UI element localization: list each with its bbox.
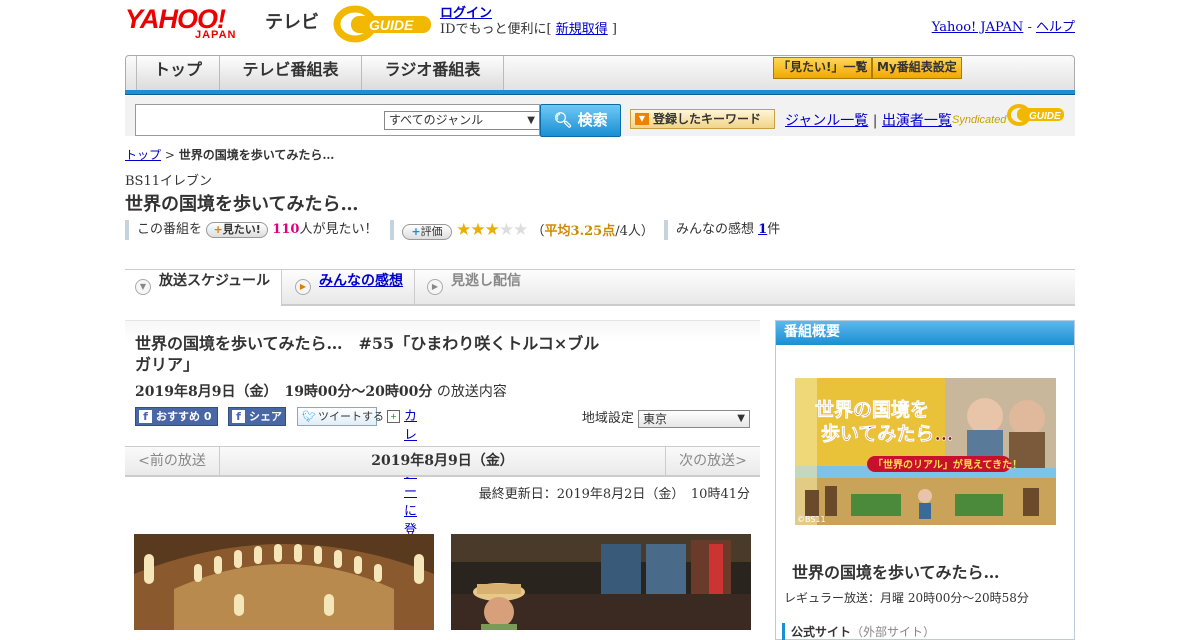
- chevron-down-icon: ▼: [635, 113, 649, 125]
- star-empty-icon: ★: [498, 220, 514, 240]
- rate-button[interactable]: +評価: [402, 223, 452, 240]
- syndicated-gguide-logo: Syndicated GUIDE: [952, 102, 1067, 128]
- yahoo-japan-logo[interactable]: YAHOO! JAPAN: [125, 4, 263, 44]
- yahoo-japan-link[interactable]: Yahoo! JAPAN: [932, 20, 1024, 35]
- next-broadcast-button[interactable]: 次の放送>: [665, 447, 760, 476]
- my-schedule-settings-button[interactable]: My番組表設定: [872, 57, 962, 79]
- episode-header: 世界の国境を歩いてみたら… #55「ひまわり咲くトルコ×ブルガリア」 2019年…: [125, 320, 760, 557]
- plus-icon: +: [213, 222, 223, 236]
- top-links: Yahoo! JAPAN - ヘルプ: [931, 20, 1075, 35]
- star-icon: ★: [456, 220, 471, 240]
- region-select[interactable]: 東京 ▼: [638, 409, 750, 428]
- breadcrumb: トップ > 世界の国境を歩いてみたら…: [125, 148, 335, 162]
- genre-select[interactable]: すべてのジャンル ▼: [384, 111, 540, 130]
- tab-impressions[interactable]: ▶ みんなの感想: [285, 270, 415, 304]
- breadcrumb-top-link[interactable]: トップ: [125, 148, 161, 162]
- mitai-count: 110: [272, 222, 300, 237]
- channel-name: BS11イレブン: [125, 174, 213, 189]
- mitai-stat: この番組を +見たい! 110人が見たい！: [125, 220, 377, 240]
- program-key-visual[interactable]: 世界の国境を 歩いてみたら… 「世界のリアル」が見えてきた！ ©BS11: [795, 378, 1056, 525]
- mitai-button[interactable]: +見たい!: [206, 221, 269, 238]
- facebook-recommend-button[interactable]: f おすすめ 0: [135, 407, 218, 426]
- facebook-icon: f: [139, 410, 152, 423]
- mosque-photo[interactable]: [134, 534, 434, 630]
- tv-logo-text[interactable]: テレビ: [265, 8, 319, 34]
- episode-panel: 世界の国境を歩いてみたら… #55「ひまわり咲くトルコ×ブルガリア」 2019年…: [125, 320, 760, 557]
- help-link[interactable]: ヘルプ: [1036, 20, 1075, 35]
- svg-text:GUIDE: GUIDE: [1029, 111, 1061, 122]
- last-updated: 最終更新日：2019年8月2日（金） 10時41分: [478, 487, 750, 502]
- login-box: ログイン IDでもっと便利に[ 新規取得 ]: [440, 6, 617, 38]
- facebook-icon: f: [232, 410, 245, 423]
- rating-stat: +評価 ★★★★★ （平均3.25点/4人）: [390, 220, 654, 240]
- official-site[interactable]: 公式サイト（外部サイト）: [782, 623, 935, 640]
- episode-title: 世界の国境を歩いてみたら… #55「ひまわり咲くトルコ×ブルガリア」: [135, 334, 600, 374]
- current-broadcast-date: 2019年8月9日（金）: [371, 453, 514, 469]
- mitai-list-button[interactable]: 「見たい!」一覧: [773, 57, 873, 79]
- svg-text:©BS11: ©BS11: [797, 515, 826, 524]
- summary-title: 世界の国境を歩いてみたら…: [792, 563, 1000, 582]
- search-icon: 🔍︎: [553, 111, 573, 129]
- site-header: YAHOO! JAPAN テレビ GUIDE ログイン IDでもっと便利に[ 新…: [125, 0, 1075, 55]
- star-empty-icon: ★: [513, 220, 528, 240]
- impressions-count-link[interactable]: 1: [758, 222, 767, 237]
- login-link[interactable]: ログイン: [440, 6, 492, 21]
- signup-link[interactable]: 新規取得: [556, 22, 608, 37]
- regular-broadcast: レギュラー放送：月曜 20時00分～20時58分: [784, 591, 1029, 605]
- svg-text:歩いてみたら…: 歩いてみたら…: [821, 422, 953, 445]
- svg-text:GUIDE: GUIDE: [369, 17, 414, 33]
- page-title: 世界の国境を歩いてみたら…: [125, 194, 359, 215]
- chevron-right-icon: ▶: [295, 279, 311, 295]
- casino-photo[interactable]: [451, 534, 751, 630]
- star-icon: ★: [484, 220, 500, 240]
- nav-tab-top[interactable]: トップ: [136, 56, 220, 90]
- program-tabs: ▼ 放送スケジュール ▶ みんなの感想 ▶ 見逃し配信: [125, 269, 1075, 306]
- episode-date: 2019年8月9日（金） 19時00分～20時00分 の放送内容: [135, 384, 507, 400]
- impressions-stat: みんなの感想 1件: [664, 220, 780, 240]
- chevron-right-icon: ▶: [427, 279, 443, 295]
- nav-tab-tv-schedule[interactable]: テレビ番組表: [220, 56, 362, 90]
- broadcast-date-nav: <前の放送 2019年8月9日（金） 次の放送>: [125, 446, 760, 477]
- tab-streaming[interactable]: ▶ 見逃し配信: [417, 270, 537, 304]
- tab-schedule[interactable]: ▼ 放送スケジュール: [125, 270, 282, 306]
- nav-accent-bar: [125, 90, 1075, 95]
- breadcrumb-current: 世界の国境を歩いてみたら…: [178, 148, 335, 162]
- star-icon: ★: [470, 220, 485, 240]
- dropdown-arrow-icon: ▼: [737, 412, 745, 424]
- calendar-icon: +: [387, 410, 400, 423]
- genre-list-link[interactable]: ジャンル一覧: [785, 113, 868, 129]
- summary-heading: 番組概要: [776, 321, 1074, 345]
- chevron-down-icon: ▼: [135, 279, 151, 295]
- login-sub-close: ]: [607, 22, 617, 37]
- login-sub-text: IDでもっと便利に[: [440, 22, 556, 37]
- dropdown-arrow-icon: ▼: [527, 115, 535, 126]
- main-nav: トップ テレビ番組表 ラジオ番組表 「見たい!」一覧 My番組表設定: [125, 55, 1075, 91]
- nav-tab-radio-schedule[interactable]: ラジオ番組表: [362, 56, 504, 90]
- svg-text:「世界のリアル」が見えてきた！: 「世界のリアル」が見えてきた！: [873, 458, 1022, 471]
- facebook-share-button[interactable]: f シェア: [228, 407, 286, 426]
- tweet-button[interactable]: 🐦︎ ツイートする: [297, 407, 384, 426]
- region-setting: 地域設定 東京 ▼: [582, 407, 750, 428]
- cast-list-link[interactable]: 出演者一覧: [882, 113, 952, 129]
- plus-icon: +: [411, 224, 421, 238]
- gguide-logo[interactable]: GUIDE: [333, 5, 433, 43]
- search-bar: すべてのジャンル ▼ 🔍︎ 検索 ▼ 登録したキーワード ジャンル一覧 | 出演…: [125, 96, 1075, 137]
- search-button[interactable]: 🔍︎ 検索: [540, 104, 621, 137]
- program-summary-panel: 番組概要 世界の国境を 歩いてみたら… 「世界のリアル」が見えてきた！ ©BS1…: [775, 320, 1075, 640]
- twitter-bird-icon: 🐦︎: [302, 410, 316, 423]
- svg-text:世界の国境を: 世界の国境を: [815, 398, 929, 421]
- registered-keywords-button[interactable]: ▼ 登録したキーワード: [630, 109, 775, 129]
- rating-average: 平均3.25点: [544, 224, 616, 239]
- prev-broadcast-button[interactable]: <前の放送: [125, 447, 220, 476]
- search-links: ジャンル一覧 | 出演者一覧: [785, 113, 952, 129]
